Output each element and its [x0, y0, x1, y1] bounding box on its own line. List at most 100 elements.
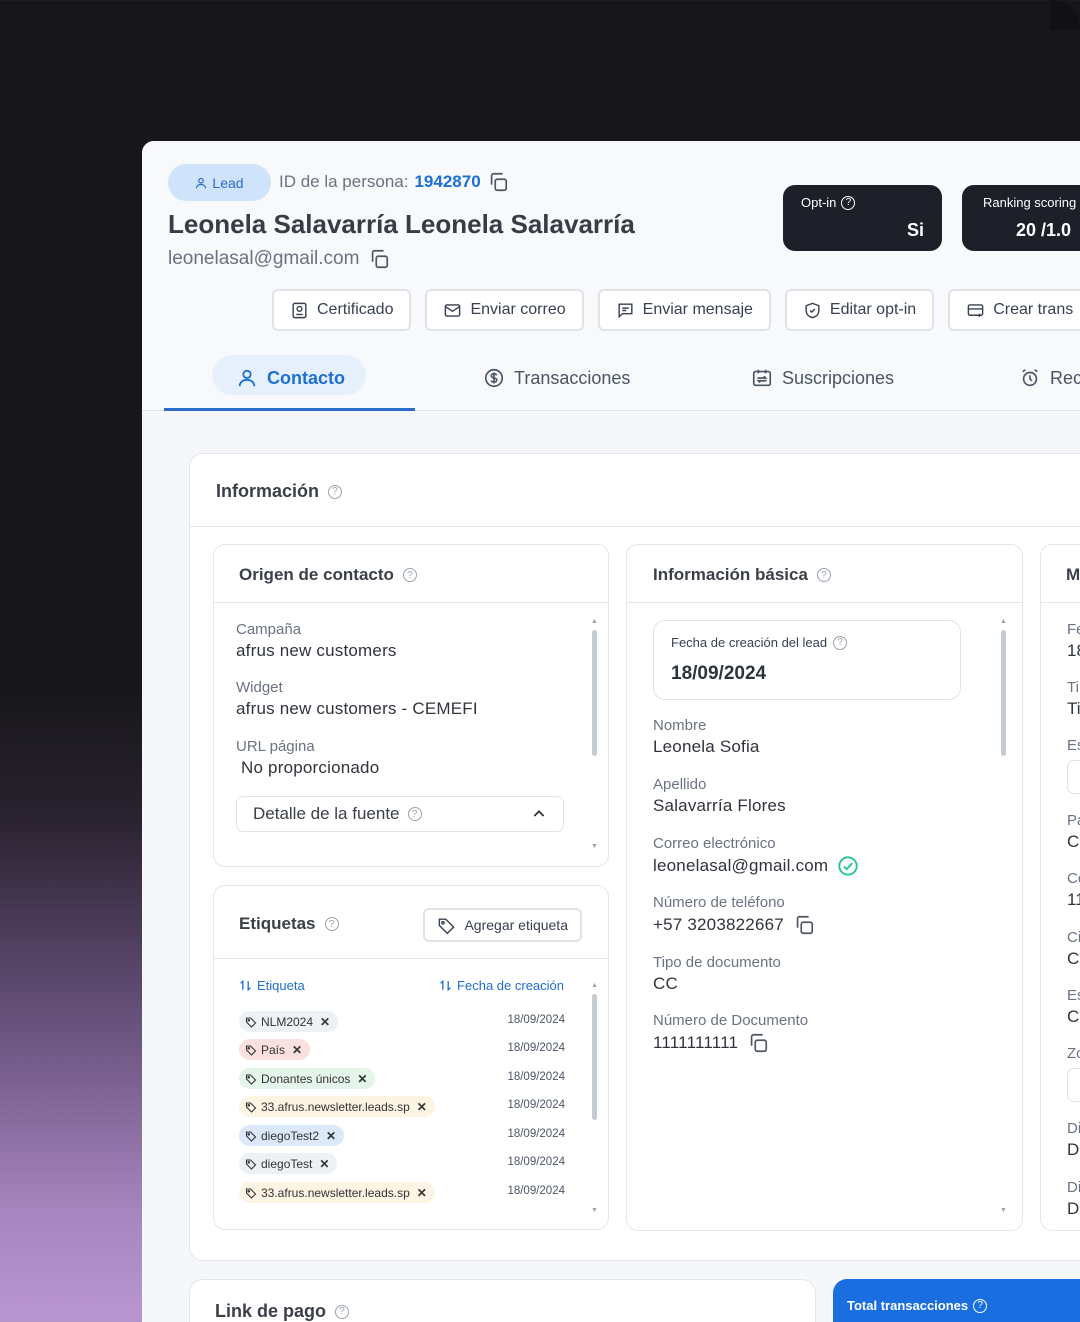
url-label: URL página [236, 738, 315, 755]
enviar-mensaje-button[interactable]: Enviar mensaje [597, 289, 771, 331]
scrollbar[interactable]: ▲ ▼ [590, 618, 598, 850]
card-add-icon [966, 301, 985, 320]
scrollbar-thumb[interactable] [592, 630, 597, 756]
third-title: M [1066, 565, 1080, 584]
certificado-button[interactable]: Certificado [272, 289, 412, 331]
contact-name: Leonela Salavarría Leonela Salavarría [168, 209, 635, 239]
tag-name: diegoTest2 [261, 1128, 320, 1143]
help-icon[interactable]: ? [841, 195, 856, 210]
optin-card: Opt-in ? Si [783, 185, 942, 251]
num-doc-value: 1111111111 [653, 1033, 739, 1052]
total-transacciones-card: Total transacciones ? [833, 1279, 1080, 1322]
sort-etiqueta[interactable]: Etiqueta [239, 978, 305, 993]
help-icon[interactable]: ? [402, 568, 417, 582]
crear-transaccion-button[interactable]: Crear trans [948, 289, 1080, 331]
third-select[interactable] [1067, 1068, 1080, 1102]
table-row: Donantes únicos ✕ 18/09/2024 [239, 1068, 565, 1090]
etiquetas-title: Etiquetas ? [239, 914, 339, 934]
tag-chip[interactable]: diegoTest2 ✕ [239, 1125, 345, 1146]
third-field-label: Ci [1067, 929, 1080, 946]
tab-suscripciones-label: Suscripciones [782, 367, 895, 388]
origen-title-text: Origen de contacto [239, 565, 394, 584]
basica-title-text: Información básica [653, 565, 808, 584]
divider [214, 958, 608, 959]
tag-chip[interactable]: diegoTest ✕ [239, 1153, 338, 1174]
tag-chip[interactable]: País ✕ [239, 1039, 311, 1060]
tag-icon [245, 1016, 257, 1028]
third-field-value: Di [1067, 1140, 1080, 1159]
tag-name: diegoTest [261, 1156, 313, 1171]
total-transacciones-title: Total transacciones ? [847, 1298, 988, 1313]
etiquetas-card: Etiquetas ? Agregar etiqueta Etiqueta Fe… [213, 885, 609, 1230]
copy-icon[interactable] [793, 914, 815, 936]
fecha-creacion-value: 18/09/2024 [671, 663, 767, 684]
user-icon [236, 367, 258, 389]
link-pago-card: Link de pago ? [189, 1279, 816, 1322]
campana-value: afrus new customers [236, 641, 397, 660]
tag-chip[interactable]: 33.afrus.newsletter.leads.sp ✕ [239, 1182, 435, 1203]
tag-icon [245, 1101, 257, 1113]
tag-chip[interactable]: Donantes únicos ✕ [239, 1068, 376, 1089]
close-icon[interactable]: ✕ [320, 1015, 330, 1029]
table-row: 33.afrus.newsletter.leads.sp ✕ 18/09/202… [239, 1182, 565, 1204]
help-icon[interactable]: ? [324, 917, 339, 931]
user-icon [195, 177, 207, 189]
close-icon[interactable]: ✕ [319, 1157, 329, 1171]
help-icon[interactable]: ? [973, 1298, 988, 1313]
tag-chip[interactable]: NLM2024 ✕ [239, 1011, 339, 1032]
copy-icon[interactable] [487, 171, 509, 193]
tag-chip[interactable]: 33.afrus.newsletter.leads.sp ✕ [239, 1096, 435, 1117]
help-icon[interactable]: ? [833, 635, 848, 650]
tab-suscripciones[interactable]: Suscripciones [751, 345, 894, 411]
window-corner [1050, 0, 1080, 30]
help-icon[interactable]: ? [328, 484, 343, 499]
contact-panel: Lead ID de la persona: 1942870 Leonela S… [142, 141, 1080, 1322]
alarm-icon [1019, 367, 1041, 389]
tag-date: 18/09/2024 [507, 1128, 565, 1140]
tab-transacciones[interactable]: Transacciones [483, 345, 630, 411]
tag-date: 18/09/2024 [507, 1185, 565, 1197]
copy-icon[interactable] [368, 248, 390, 270]
widget-label: Widget [236, 679, 283, 696]
nombre-value: Leonela Sofia [653, 737, 760, 756]
scrollbar[interactable]: ▲ ▼ [590, 982, 598, 1214]
close-icon[interactable]: ✕ [417, 1100, 427, 1114]
lead-badge: Lead [168, 164, 271, 201]
editar-optin-button[interactable]: Editar opt-in [784, 289, 935, 331]
scrollbar-thumb[interactable] [592, 994, 597, 1120]
tag-name: NLM2024 [261, 1014, 314, 1029]
tab-transacciones-label: Transacciones [514, 367, 631, 388]
tag-date: 18/09/2024 [507, 1156, 565, 1168]
widget-field: Widget afrus new customers - CEMEFI [236, 679, 478, 719]
close-icon[interactable]: ✕ [326, 1129, 336, 1143]
scroll-down-icon: ▼ [1000, 1207, 1007, 1214]
close-icon[interactable]: ✕ [357, 1072, 367, 1086]
tag-date: 18/09/2024 [507, 1099, 565, 1111]
sort-fecha[interactable]: Fecha de creación [439, 978, 564, 993]
enviar-mensaje-label: Enviar mensaje [642, 301, 753, 318]
crear-transaccion-label: Crear trans [993, 301, 1074, 318]
telefono-label: Número de teléfono [653, 894, 785, 911]
help-icon[interactable]: ? [816, 568, 831, 582]
detalle-fuente-toggle[interactable]: Detalle de la fuente ? [236, 796, 564, 832]
tab-contacto[interactable]: Contacto [236, 345, 345, 411]
agregar-etiqueta-button[interactable]: Agregar etiqueta [423, 908, 582, 942]
third-select[interactable] [1067, 760, 1080, 794]
fecha-creacion-box: Fecha de creación del lead ? 18/09/2024 [653, 620, 961, 700]
lead-badge-label: Lead [212, 174, 244, 191]
close-icon[interactable]: ✕ [292, 1043, 302, 1057]
third-field-label: Zc [1067, 1045, 1080, 1062]
scrollbar-thumb[interactable] [1001, 630, 1006, 756]
close-icon[interactable]: ✕ [417, 1186, 427, 1200]
help-icon[interactable]: ? [407, 807, 422, 821]
scrollbar[interactable]: ▲ ▼ [999, 618, 1007, 1214]
enviar-correo-button[interactable]: Enviar correo [425, 289, 584, 331]
telefono-field: Número de teléfono +57 3203822667 [653, 894, 815, 936]
chevron-up-icon [531, 806, 547, 822]
tag-icon [245, 1073, 257, 1085]
tab-active-underline [164, 408, 415, 411]
copy-icon[interactable] [747, 1032, 769, 1054]
third-field-value: 11 [1067, 890, 1080, 909]
help-icon[interactable]: ? [335, 1304, 350, 1319]
tab-recordatorios[interactable]: Rec [1019, 345, 1080, 411]
